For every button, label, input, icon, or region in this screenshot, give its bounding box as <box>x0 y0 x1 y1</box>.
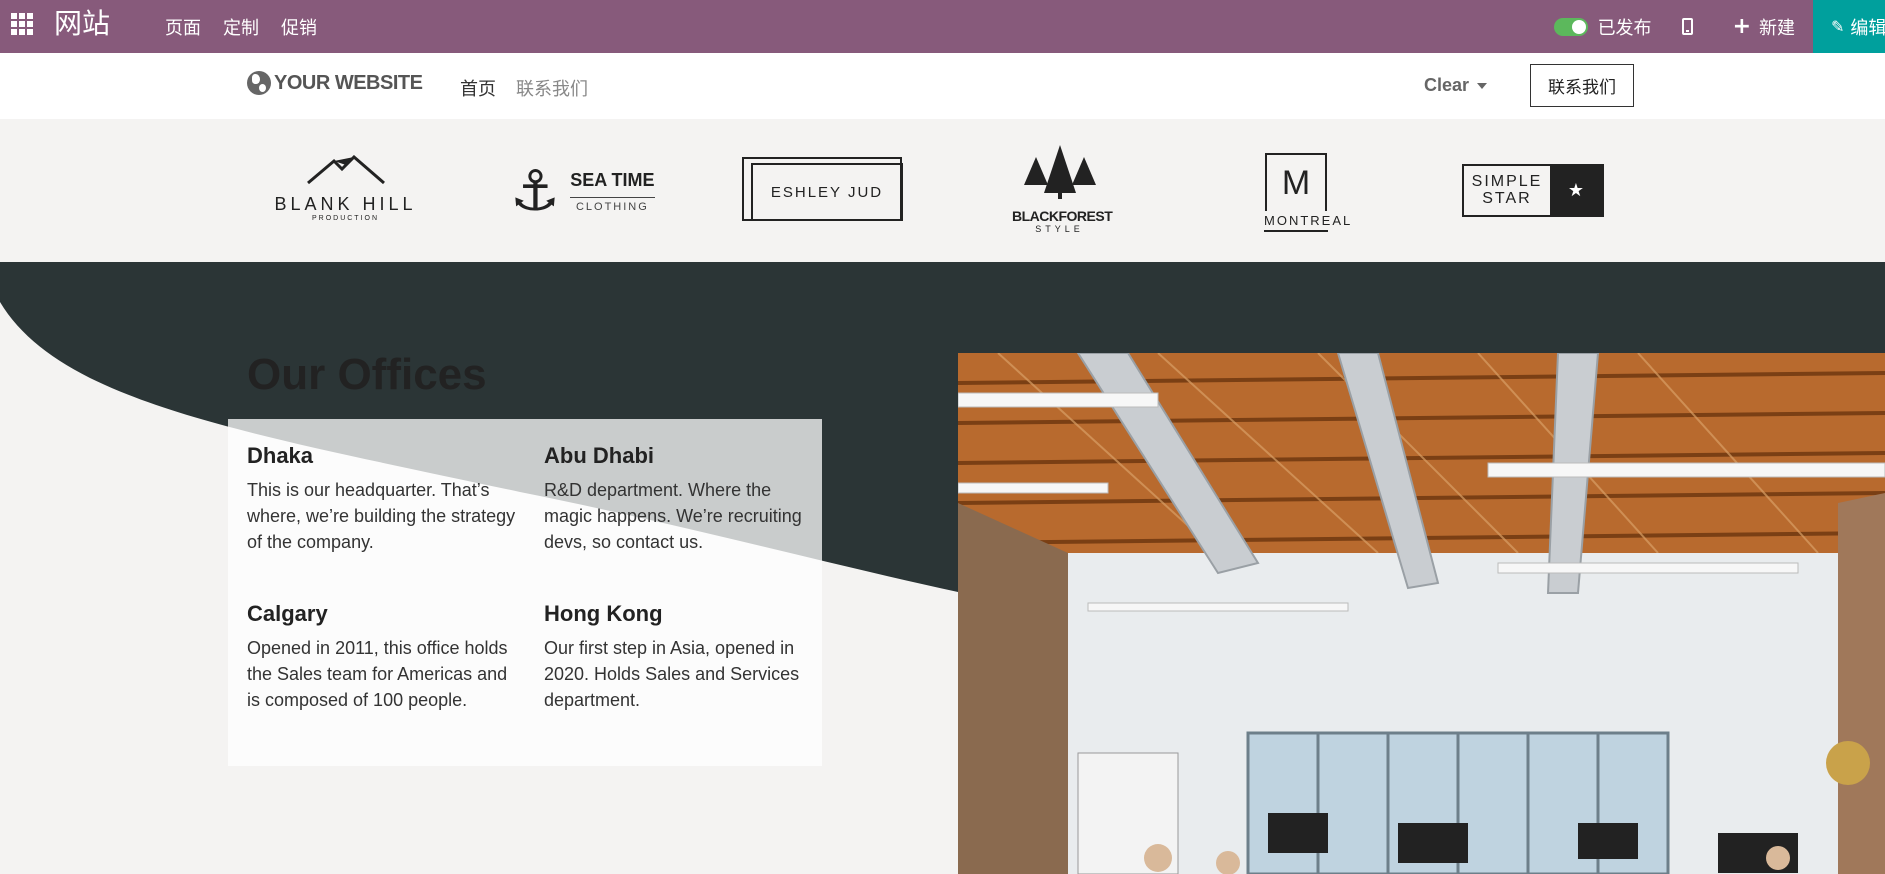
site-nav: 首页 联系我们 <box>460 75 608 101</box>
offices-title: Our Offices <box>247 350 487 399</box>
mountain-icon <box>306 154 385 185</box>
logo-eshley-jud: ESHLEY JUD <box>742 157 903 221</box>
office-description: Our first step in Asia, opened in 2020. … <box>544 638 800 710</box>
site-logo-text: YOUR WEBSITE <box>274 71 423 94</box>
logo-blank-hill: BLANK HILL PRODUCTION <box>268 154 423 222</box>
client-logos: BLANK HILL PRODUCTION ⚓ SEA TIME CLOTHIN… <box>0 119 1885 262</box>
office-dhaka: Dhaka This is our headquarter. That’s wh… <box>247 443 517 555</box>
office-city: Dhaka <box>247 443 314 468</box>
published-label: 已发布 <box>1597 17 1652 39</box>
office-city: Hong Kong <box>544 601 663 626</box>
caret-down-icon <box>1477 82 1488 89</box>
offices-card: Dhaka This is our headquarter. That’s wh… <box>228 419 822 766</box>
site-header: YOUR WEBSITE 首页 联系我们 Clear 联系我们 <box>0 53 1885 119</box>
nav-home[interactable]: 首页 <box>460 75 496 101</box>
office-description: R&D department. Where the magic happens.… <box>544 480 802 552</box>
pencil-icon: ✎ <box>1831 17 1845 36</box>
office-calgary: Calgary Opened in 2011, this office hold… <box>247 601 517 713</box>
pine-trees-icon <box>1023 145 1096 199</box>
menu-customize[interactable]: 定制 <box>223 14 259 40</box>
contact-us-button[interactable]: 联系我们 <box>1530 64 1634 107</box>
mobile-preview-icon[interactable] <box>1681 18 1693 35</box>
plus-icon: + <box>1732 13 1751 39</box>
office-city: Abu Dhabi <box>544 443 654 468</box>
office-interior-photo <box>958 353 1885 874</box>
office-city: Calgary <box>247 601 328 626</box>
published-toggle[interactable]: 已发布 <box>1553 14 1652 40</box>
site-logo[interactable]: YOUR WEBSITE <box>247 71 423 95</box>
logo-montreal: M MONTREAL <box>1256 153 1350 232</box>
edit-button[interactable]: ✎ 编辑 <box>1813 0 1885 53</box>
office-abu-dhabi: Abu Dhabi R&D department. Where the magi… <box>544 443 814 555</box>
admin-topbar: 网站 页面 定制 促销 已发布 + 新建 ✎ 编辑 <box>0 0 1885 53</box>
globe-icon <box>247 71 271 95</box>
menu-pages[interactable]: 页面 <box>165 14 201 40</box>
admin-menu: 页面 定制 促销 <box>165 0 339 53</box>
logo-sea-time: ⚓ SEA TIME CLOTHING <box>510 159 655 222</box>
new-button[interactable]: + 新建 <box>1733 14 1795 40</box>
edit-label: 编辑 <box>1850 17 1885 39</box>
clear-dropdown[interactable]: Clear <box>1424 75 1488 96</box>
office-hong-kong: Hong Kong Our first step in Asia, opened… <box>544 601 814 713</box>
logo-blackforest: BLACKFOREST STYLE <box>1012 145 1113 234</box>
clear-label: Clear <box>1424 75 1470 95</box>
menu-promote[interactable]: 促销 <box>281 14 317 40</box>
app-title: 网站 <box>54 7 111 40</box>
logo-simple-star: SIMPLE STAR ★ <box>1462 164 1604 217</box>
apps-grid-icon[interactable] <box>11 13 35 35</box>
offices-section: Our Offices Dhaka This is our headquarte… <box>0 262 1885 874</box>
new-label: 新建 <box>1759 17 1795 39</box>
nav-contact[interactable]: 联系我们 <box>516 75 588 101</box>
toggle-switch-icon <box>1553 17 1588 36</box>
star-icon: ★ <box>1550 166 1602 215</box>
anchor-icon: ⚓ <box>510 159 561 222</box>
office-description: This is our headquarter. That’s where, w… <box>247 480 516 552</box>
office-description: Opened in 2011, this office holds the Sa… <box>247 638 508 710</box>
